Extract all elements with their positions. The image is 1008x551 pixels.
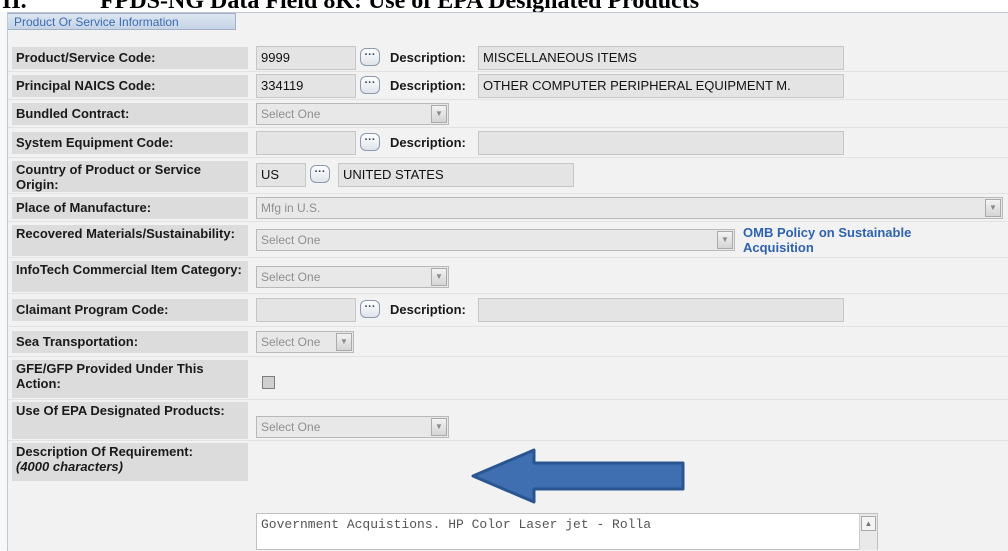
psc-lookup-ellipsis-icon[interactable]: ··· — [360, 48, 380, 66]
product-service-code-field[interactable]: 9999 — [256, 46, 356, 70]
naics-code-field[interactable]: 334119 — [256, 74, 356, 98]
claimant-lookup-ellipsis-icon[interactable]: ··· — [360, 300, 380, 318]
description-char-limit: (4000 characters) — [16, 459, 123, 474]
description-of-requirement-textarea[interactable]: Government Acquistions. HP Color Laser j… — [256, 513, 878, 550]
row-gfe-gfp: GFE/GFP Provided Under This Action: — [8, 357, 1008, 400]
epa-designated-products-value: Select One — [261, 420, 321, 434]
label-country-of-origin: Country of Product or Service Origin: — [12, 161, 248, 192]
chevron-down-icon[interactable]: ▼ — [336, 333, 352, 351]
system-equipment-code-field[interactable] — [256, 131, 356, 155]
chevron-down-icon[interactable]: ▼ — [431, 268, 447, 286]
label-epa-designated-products: Use Of EPA Designated Products: — [12, 402, 248, 439]
country-lookup-ellipsis-icon[interactable]: ··· — [310, 165, 330, 183]
row-claimant-program-code: Claimant Program Code: ··· Description: — [8, 294, 1008, 327]
recovered-materials-select[interactable]: Select One ▼ — [256, 229, 735, 251]
sea-transportation-select[interactable]: Select One ▼ — [256, 331, 354, 353]
epa-designated-products-select[interactable]: Select One ▼ — [256, 416, 449, 438]
omb-policy-link[interactable]: OMB Policy on Sustainable Acquisition — [743, 225, 958, 255]
row-bundled-contract: Bundled Contract: Select One ▼ — [8, 100, 1008, 128]
label-claimant-program-code: Claimant Program Code: — [12, 299, 248, 321]
label-product-service-code: Product/Service Code: — [12, 47, 248, 69]
label-system-equipment-code: System Equipment Code: — [12, 132, 248, 154]
naics-lookup-ellipsis-icon[interactable]: ··· — [360, 76, 380, 94]
label-bundled-contract: Bundled Contract: — [12, 103, 248, 125]
label-description-of-requirement: Description Of Requirement: (4000 charac… — [12, 443, 248, 481]
row-recovered-materials: Recovered Materials/Sustainability: Sele… — [8, 222, 1008, 258]
label-infotech-category: InfoTech Commercial Item Category: — [12, 261, 248, 292]
bundled-contract-select[interactable]: Select One ▼ — [256, 103, 449, 125]
place-of-manufacture-select[interactable]: Mfg in U.S. ▼ — [256, 197, 1003, 219]
system-equipment-lookup-ellipsis-icon[interactable]: ··· — [360, 133, 380, 151]
row-sea-transportation: Sea Transportation: Select One ▼ — [8, 327, 1008, 357]
row-place-of-manufacture: Place of Manufacture: Mfg in U.S. ▼ — [8, 194, 1008, 222]
psc-description-label: Description: — [390, 50, 466, 65]
naics-description-label: Description: — [390, 78, 466, 93]
row-system-equipment-code: System Equipment Code: ··· Description: — [8, 128, 1008, 158]
infotech-category-select[interactable]: Select One ▼ — [256, 266, 449, 288]
row-naics-code: Principal NAICS Code: 334119 ··· Descrip… — [8, 72, 1008, 100]
gfe-gfp-checkbox[interactable] — [262, 376, 275, 389]
label-naics-code: Principal NAICS Code: — [12, 75, 248, 97]
chevron-down-icon[interactable]: ▼ — [431, 105, 447, 123]
naics-description-field[interactable]: OTHER COMPUTER PERIPHERAL EQUIPMENT M. — [478, 74, 844, 98]
label-recovered-materials: Recovered Materials/Sustainability: — [12, 225, 248, 256]
recovered-materials-value: Select One — [261, 233, 321, 247]
row-country-of-origin: Country of Product or Service Origin: US… — [8, 158, 1008, 194]
bundled-contract-value: Select One — [261, 107, 321, 121]
textarea-scrollbar[interactable]: ▲ — [859, 514, 877, 550]
country-code-field[interactable]: US — [256, 163, 306, 187]
claimant-program-code-field[interactable] — [256, 298, 356, 322]
psc-description-field[interactable]: MISCELLANEOUS ITEMS — [478, 46, 844, 70]
scroll-up-icon[interactable]: ▲ — [861, 516, 876, 531]
label-place-of-manufacture: Place of Manufacture: — [12, 197, 248, 219]
chevron-down-icon[interactable]: ▼ — [717, 231, 733, 249]
infotech-category-value: Select One — [261, 270, 321, 284]
description-label-text: Description Of Requirement: — [16, 444, 193, 459]
row-product-service-code: Product/Service Code: 9999 ··· Descripti… — [8, 44, 1008, 72]
country-name-field[interactable]: UNITED STATES — [338, 163, 574, 187]
place-of-manufacture-value: Mfg in U.S. — [261, 201, 321, 215]
row-epa-designated-products: Use Of EPA Designated Products: Select O… — [8, 400, 1008, 441]
row-infotech-category: InfoTech Commercial Item Category: Selec… — [8, 258, 1008, 294]
chevron-down-icon[interactable]: ▼ — [985, 199, 1001, 217]
claimant-description-label: Description: — [390, 302, 466, 317]
label-sea-transportation: Sea Transportation: — [12, 331, 248, 353]
claimant-description-field[interactable] — [478, 298, 844, 322]
label-gfe-gfp: GFE/GFP Provided Under This Action: — [12, 360, 248, 398]
left-arrow-icon — [471, 448, 685, 504]
panel-title[interactable]: Product Or Service Information — [8, 13, 236, 30]
chevron-down-icon[interactable]: ▼ — [431, 418, 447, 436]
system-equipment-description-field[interactable] — [478, 131, 844, 155]
arrow-shape — [471, 448, 685, 504]
system-equipment-description-label: Description: — [390, 135, 466, 150]
sea-transportation-value: Select One — [261, 335, 321, 349]
